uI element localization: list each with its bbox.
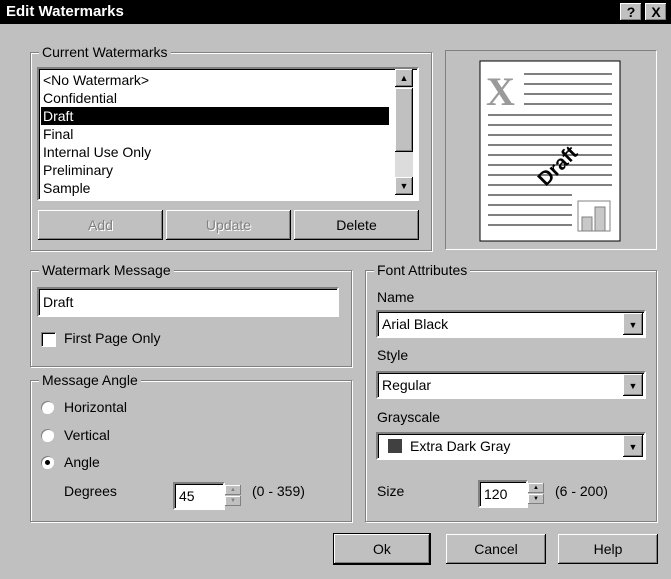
edit-watermarks-dialog: Edit Watermarks ? X Current Watermarks <…: [0, 0, 671, 579]
font-style-select[interactable]: Regular ▼: [376, 371, 646, 399]
degrees-down-icon[interactable]: ▼: [225, 496, 241, 506]
page-preview-icon: X Draft: [479, 60, 621, 242]
watermark-message-label: Watermark Message: [39, 262, 174, 278]
degrees-up-icon[interactable]: ▲: [225, 485, 241, 495]
close-button[interactable]: X: [645, 3, 667, 21]
degrees-spinner[interactable]: ▲ ▼: [225, 483, 241, 509]
scroll-thumb[interactable]: [395, 88, 413, 152]
preview-logo-letter: X: [486, 69, 515, 114]
angle-radio[interactable]: [41, 456, 54, 469]
help-button[interactable]: Help: [558, 534, 658, 564]
chevron-down-icon[interactable]: ▼: [623, 374, 643, 396]
chevron-down-icon[interactable]: ▼: [623, 435, 643, 457]
delete-button[interactable]: Delete: [294, 210, 419, 240]
list-item[interactable]: Internal Use Only: [43, 143, 151, 161]
size-range: (6 - 200): [555, 483, 608, 499]
list-item-selected[interactable]: Draft: [41, 107, 389, 125]
angle-label: Angle: [64, 454, 100, 470]
add-button[interactable]: Add: [38, 210, 163, 240]
update-button[interactable]: Update: [166, 210, 291, 240]
help-title-button[interactable]: ?: [620, 3, 642, 21]
grayscale-value: Extra Dark Gray: [410, 438, 511, 454]
list-item[interactable]: Preliminary: [43, 161, 113, 179]
angle-radio-dot: [45, 460, 50, 465]
horizontal-label: Horizontal: [64, 399, 128, 415]
vertical-scrollbar[interactable]: ▲ ▼: [395, 69, 413, 195]
dialog-title: Edit Watermarks: [6, 3, 124, 20]
vertical-radio[interactable]: [41, 429, 54, 442]
message-angle-label: Message Angle: [39, 372, 141, 388]
scroll-up-icon[interactable]: ▲: [395, 69, 413, 87]
current-watermarks-label: Current Watermarks: [39, 44, 171, 60]
size-up-icon[interactable]: ▲: [528, 483, 544, 493]
watermark-message-group: Watermark Message: [30, 262, 352, 367]
chevron-down-icon[interactable]: ▼: [623, 313, 643, 335]
font-attributes-label: Font Attributes: [374, 262, 471, 278]
font-name-value: Arial Black: [382, 316, 449, 332]
first-page-only-checkbox[interactable]: [41, 332, 56, 347]
size-down-icon[interactable]: ▼: [528, 494, 544, 504]
ok-button[interactable]: Ok: [333, 533, 431, 565]
list-item[interactable]: Final: [43, 125, 73, 143]
size-input[interactable]: 120: [478, 480, 528, 508]
horizontal-radio[interactable]: [41, 401, 54, 414]
font-style-label: Style: [377, 347, 409, 363]
watermark-preview: X Draft: [445, 50, 657, 250]
title-bar: Edit Watermarks ? X: [0, 0, 671, 24]
font-name-select[interactable]: Arial Black ▼: [376, 310, 646, 338]
grayscale-swatch: [388, 439, 402, 453]
watermark-message-input[interactable]: Draft: [37, 287, 339, 317]
grayscale-label: Grayscale: [377, 409, 441, 425]
degrees-input[interactable]: 45: [173, 482, 225, 510]
degrees-label: Degrees: [64, 483, 117, 499]
font-name-label: Name: [377, 289, 415, 305]
vertical-label: Vertical: [64, 427, 110, 443]
grayscale-select[interactable]: Extra Dark Gray ▼: [376, 432, 646, 460]
watermark-list[interactable]: <No Watermark> Confidential Draft Final …: [37, 67, 419, 201]
size-spinner[interactable]: ▲ ▼: [528, 481, 544, 507]
degrees-range: (0 - 359): [252, 483, 305, 499]
cancel-button[interactable]: Cancel: [446, 534, 546, 564]
first-page-only-label: First Page Only: [64, 330, 161, 346]
scroll-down-icon[interactable]: ▼: [395, 177, 413, 195]
list-item[interactable]: Sample: [43, 179, 90, 197]
font-style-value: Regular: [382, 377, 432, 393]
list-item[interactable]: Confidential: [43, 89, 117, 107]
size-label: Size: [377, 483, 405, 499]
list-item[interactable]: <No Watermark>: [43, 71, 149, 89]
